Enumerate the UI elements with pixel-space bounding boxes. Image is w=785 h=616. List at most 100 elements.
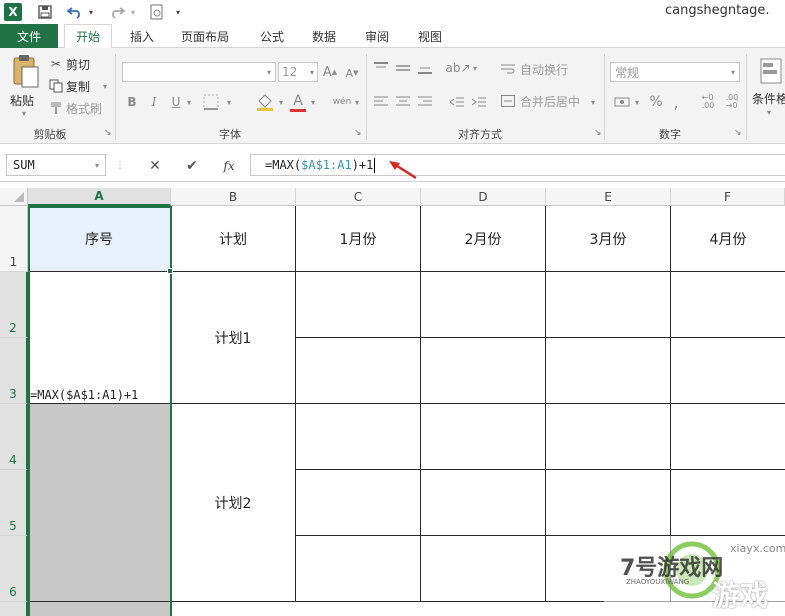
fill-color-dropdown-icon[interactable]: ▾ xyxy=(276,96,286,108)
cell-d2[interactable] xyxy=(421,272,546,338)
row-header-5[interactable]: 5 xyxy=(0,470,28,536)
tab-home[interactable]: 开始 xyxy=(64,24,112,49)
merge-center-button[interactable]: 合并后居中 xyxy=(520,92,580,110)
cell-d4[interactable] xyxy=(421,404,546,470)
undo-dropdown-icon[interactable]: ▾ xyxy=(86,2,96,22)
enter-check-icon[interactable]: ✔ xyxy=(182,156,202,176)
cell-f1[interactable]: 4月份 xyxy=(671,206,785,272)
name-box-dropdown-icon[interactable]: ▾ xyxy=(92,159,102,171)
row-header-1[interactable]: 1 xyxy=(0,206,28,272)
cancel-icon[interactable]: ✕ xyxy=(145,156,165,176)
underline-dropdown-icon[interactable]: ▾ xyxy=(184,96,194,108)
tab-data[interactable]: 数据 xyxy=(302,24,346,48)
save-icon[interactable] xyxy=(34,2,56,22)
align-center-icon[interactable] xyxy=(394,94,412,110)
cell-d5[interactable] xyxy=(421,470,546,536)
cell-c5[interactable] xyxy=(296,470,421,536)
bottom-align-icon[interactable] xyxy=(416,60,434,76)
borders-icon[interactable] xyxy=(200,92,222,112)
wrap-text-icon[interactable] xyxy=(500,62,516,76)
orientation-dropdown-icon[interactable]: ▾ xyxy=(470,62,480,74)
cut-icon[interactable]: ✂ xyxy=(48,56,64,72)
cell-c2[interactable] xyxy=(296,272,421,338)
paste-icon[interactable] xyxy=(8,54,40,92)
font-size-dropdown-icon[interactable]: ▾ xyxy=(307,65,317,79)
tab-page-layout[interactable]: 页面布局 xyxy=(172,24,238,48)
conditional-formatting-dropdown-icon[interactable]: ▾ xyxy=(764,106,774,118)
row-header-4[interactable]: 4 xyxy=(0,404,28,470)
shrink-font-icon[interactable]: A ▼ xyxy=(344,65,360,81)
tab-insert[interactable]: 插入 xyxy=(120,24,164,48)
comma-style-icon[interactable]: , xyxy=(668,93,684,112)
wrap-text-button[interactable]: 自动换行 xyxy=(520,60,568,78)
align-right-icon[interactable] xyxy=(416,94,434,110)
borders-dropdown-icon[interactable]: ▾ xyxy=(224,96,234,108)
align-left-icon[interactable] xyxy=(372,94,390,110)
tab-file[interactable]: 文件 xyxy=(0,24,58,48)
tab-review[interactable]: 审阅 xyxy=(355,24,399,48)
paste-label[interactable]: 粘贴 xyxy=(10,92,34,108)
phonetic-guide-icon[interactable]: wén xyxy=(330,92,354,112)
cell-b4-plan2[interactable]: 计划2 xyxy=(171,404,296,602)
cell-c3[interactable] xyxy=(296,338,421,404)
copy-dropdown-icon[interactable]: ▾ xyxy=(100,80,110,92)
tab-view[interactable]: 视图 xyxy=(408,24,452,48)
number-format-combo[interactable]: 常规 xyxy=(610,62,740,82)
cell-f2[interactable] xyxy=(671,272,785,338)
top-align-icon[interactable] xyxy=(372,60,390,76)
cell-b2-plan1[interactable]: 计划1 xyxy=(171,272,296,404)
cell-e5[interactable] xyxy=(546,470,671,536)
format-painter-button[interactable]: 格式刷 xyxy=(66,100,102,116)
cell-b1[interactable]: 计划 xyxy=(171,206,296,272)
row-header-3[interactable]: 3 xyxy=(0,338,28,404)
cell-f3[interactable] xyxy=(671,338,785,404)
accounting-format-icon[interactable] xyxy=(612,94,632,110)
name-box[interactable]: SUM xyxy=(6,154,106,176)
column-header-c[interactable]: C xyxy=(296,188,421,206)
print-preview-icon[interactable] xyxy=(146,2,168,22)
redo-dropdown-icon[interactable]: ▾ xyxy=(128,2,138,22)
column-header-b[interactable]: B xyxy=(171,188,296,206)
cut-button[interactable]: 剪切 xyxy=(66,56,90,72)
cell-f4[interactable] xyxy=(671,404,785,470)
cell-a7-selected-range[interactable] xyxy=(28,602,171,616)
italic-icon[interactable]: I xyxy=(146,94,162,110)
copy-button[interactable]: 复制 xyxy=(66,78,90,94)
cell-e2[interactable] xyxy=(546,272,671,338)
cell-a1[interactable]: 序号 xyxy=(28,206,171,272)
cell-e4[interactable] xyxy=(546,404,671,470)
cell-f5[interactable] xyxy=(671,470,785,536)
font-name-combo[interactable] xyxy=(122,62,276,82)
decrease-decimal-icon[interactable]: .00 →0 xyxy=(722,94,742,110)
underline-icon[interactable]: U xyxy=(168,94,184,110)
cell-a4-selected-range[interactable] xyxy=(28,404,171,602)
font-launcher-icon[interactable]: ↘ xyxy=(354,128,362,138)
copy-icon[interactable] xyxy=(48,78,64,94)
fill-handle[interactable] xyxy=(167,268,173,274)
column-header-d[interactable]: D xyxy=(421,188,546,206)
customize-toolbar-icon[interactable]: ▾ xyxy=(172,2,184,22)
conditional-formatting-button[interactable]: 条件格 xyxy=(752,90,785,106)
merge-dropdown-icon[interactable]: ▾ xyxy=(588,96,598,108)
decrease-indent-icon[interactable] xyxy=(448,94,466,110)
number-launcher-icon[interactable]: ↘ xyxy=(734,128,742,138)
clipboard-launcher-icon[interactable]: ↘ xyxy=(104,128,112,138)
percent-style-icon[interactable]: % xyxy=(646,92,666,112)
column-header-a[interactable]: A xyxy=(28,188,171,206)
redo-icon[interactable] xyxy=(106,2,128,22)
font-color-icon[interactable]: A xyxy=(290,92,306,112)
increase-decimal-icon[interactable]: ←0.00 xyxy=(698,94,718,110)
number-format-dropdown-icon[interactable]: ▾ xyxy=(728,65,738,79)
row-header-6[interactable]: 6 xyxy=(0,536,28,602)
cell-a2-active[interactable]: =MAX($A$1:A1)+1 xyxy=(28,272,171,404)
tab-formulas[interactable]: 公式 xyxy=(250,24,294,48)
accounting-dropdown-icon[interactable]: ▾ xyxy=(632,96,642,108)
font-name-dropdown-icon[interactable]: ▾ xyxy=(264,65,274,79)
bold-icon[interactable]: B xyxy=(124,94,140,110)
row-header-7[interactable] xyxy=(0,602,28,616)
column-header-e[interactable]: E xyxy=(546,188,671,206)
grow-font-icon[interactable]: A ▲ xyxy=(322,64,338,80)
fill-color-icon[interactable] xyxy=(254,92,276,112)
cell-c1[interactable]: 1月份 xyxy=(296,206,421,272)
merge-center-icon[interactable] xyxy=(500,94,516,108)
